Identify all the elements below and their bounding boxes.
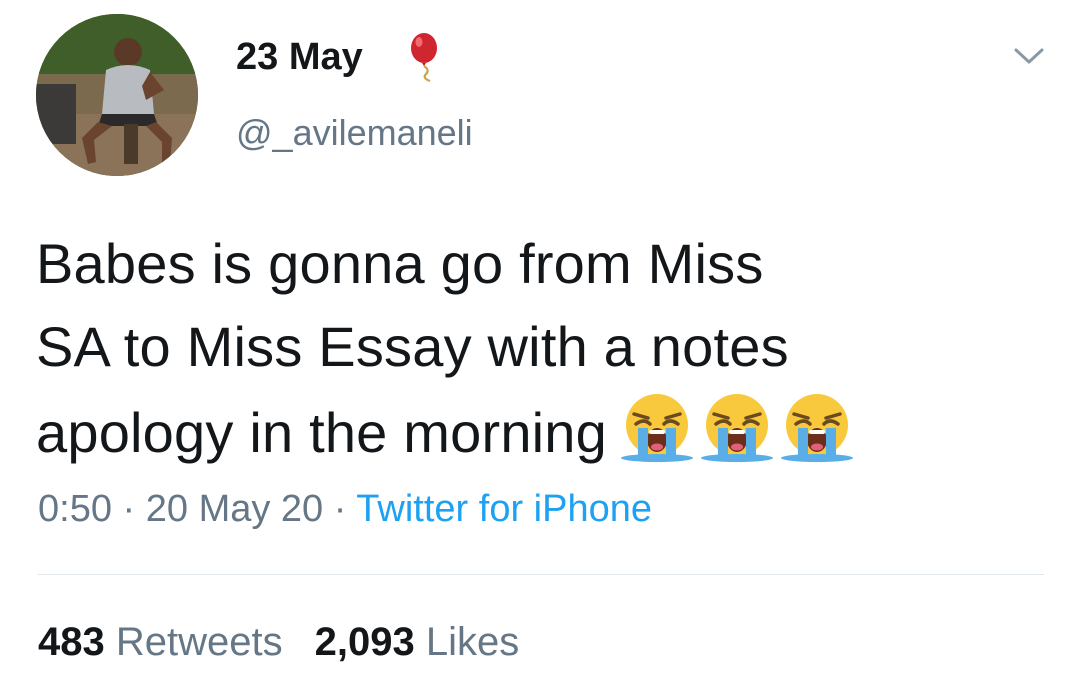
tweet-date[interactable]: 20 May 20: [146, 488, 323, 530]
tweet-line: SA to Miss Essay with a notes: [36, 315, 789, 378]
avatar[interactable]: [36, 14, 198, 176]
tweet-meta: 0:50 · 20 May 20 · Twitter for iPhone: [38, 488, 652, 531]
retweets-label: Retweets: [115, 620, 283, 664]
likes-stat[interactable]: 2,093 Likes: [315, 620, 520, 664]
meta-separator: ·: [122, 488, 136, 530]
display-name[interactable]: 23 May: [236, 36, 363, 79]
tweet-line-with-emojis: apology in the morning: [36, 388, 1046, 474]
chevron-down-icon[interactable]: [1012, 44, 1046, 68]
tweet-line: apology in the morning: [36, 401, 607, 464]
retweets-stat[interactable]: 483 Retweets: [38, 620, 283, 664]
meta-separator: ·: [333, 488, 347, 530]
tweet-stats: 483 Retweets 2,093 Likes: [38, 620, 519, 665]
divider: [38, 574, 1044, 575]
tweet-text: Babes is gonna go from Miss SA to Miss E…: [36, 222, 1046, 474]
tweet-time[interactable]: 0:50: [38, 488, 112, 530]
balloon-icon: [411, 33, 437, 82]
likes-label: Likes: [425, 620, 520, 664]
retweets-count: 483: [38, 620, 105, 664]
tweet-line: Babes is gonna go from Miss: [36, 232, 764, 295]
avatar-photo: [36, 14, 198, 176]
loudly-crying-face-icon: [621, 394, 694, 462]
likes-count: 2,093: [314, 620, 415, 664]
loudly-crying-face-icon: [781, 394, 854, 462]
user-handle[interactable]: @_avilemaneli: [236, 112, 473, 154]
loudly-crying-face-icon: [701, 394, 774, 462]
tweet-source-link[interactable]: Twitter for iPhone: [356, 488, 652, 530]
